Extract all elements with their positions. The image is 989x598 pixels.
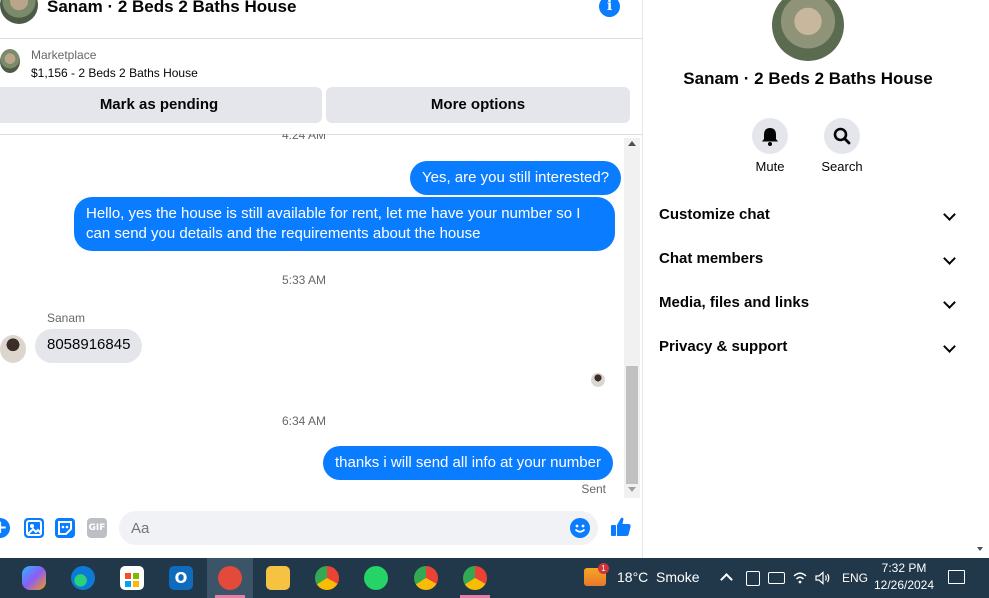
message-list: 4:24 AM Yes, are you still interested? H…: [0, 134, 624, 498]
edge-browser-icon[interactable]: [71, 566, 95, 590]
scroll-up-arrow-icon[interactable]: [628, 141, 636, 146]
outgoing-message[interactable]: Hello, yes the house is still available …: [74, 197, 615, 251]
clock-time: 7:32 PM: [881, 561, 927, 575]
search-icon: [833, 127, 851, 145]
chat-avatar[interactable]: [0, 0, 38, 24]
whatsapp-icon[interactable]: [364, 566, 388, 590]
search-label: Search: [821, 159, 863, 174]
chevron-down-icon: [943, 252, 956, 265]
message-status: Sent: [581, 482, 606, 496]
timestamp: 5:33 AM: [281, 273, 327, 287]
conversation-title: Sanam · 2 Beds 2 Baths House: [683, 69, 933, 88]
scroll-down-arrow-icon[interactable]: [628, 487, 636, 492]
microsoft-store-icon[interactable]: [120, 566, 144, 590]
emoji-icon[interactable]: [570, 518, 590, 538]
marketplace-listing: Marketplace $1,156 - 2 Beds 2 Baths Hous…: [0, 38, 642, 135]
scroll-thumb[interactable]: [626, 366, 638, 484]
gif-icon[interactable]: GIF: [87, 518, 107, 538]
more-options-button[interactable]: More options: [326, 87, 630, 123]
like-thumb-icon[interactable]: [609, 515, 633, 539]
chat-pane: Sanam · 2 Beds 2 Baths House i Marketpla…: [0, 0, 643, 558]
clock[interactable]: 7:32 PM 12/26/2024: [872, 561, 936, 592]
weather-description: Smoke: [656, 569, 700, 585]
section-label: Chat members: [659, 250, 764, 267]
incoming-message[interactable]: 8058916845: [35, 329, 143, 363]
chat-title[interactable]: Sanam · 2 Beds 2 Baths House: [47, 0, 296, 17]
listing-thumbnail[interactable]: [0, 49, 20, 73]
notification-icon[interactable]: [948, 570, 965, 584]
search-button[interactable]: [824, 118, 860, 154]
chevron-up-icon[interactable]: [720, 573, 733, 586]
sender-name: Sanam: [47, 311, 86, 325]
file-explorer-icon[interactable]: [266, 566, 290, 590]
bell-icon: [762, 128, 778, 146]
sender-avatar[interactable]: [0, 335, 26, 363]
mark-as-pending-button[interactable]: Mark as pending: [0, 87, 322, 123]
info-icon[interactable]: i: [599, 0, 620, 17]
copilot-icon[interactable]: [22, 566, 46, 590]
plus-icon[interactable]: +: [0, 518, 10, 538]
chevron-down-icon: [943, 208, 956, 221]
outlook-icon[interactable]: O: [169, 566, 193, 590]
mute-button[interactable]: [752, 118, 788, 154]
active-app-highlight[interactable]: [453, 558, 497, 598]
profile-photo[interactable]: [772, 0, 844, 61]
sticker-icon[interactable]: [55, 518, 75, 538]
marketplace-label: Marketplace: [31, 48, 97, 62]
battery-icon[interactable]: [768, 572, 785, 584]
outgoing-message[interactable]: Yes, are you still interested?: [410, 161, 622, 195]
read-receipt-avatar: [591, 373, 605, 387]
media-files-links-section[interactable]: Media, files and links: [659, 294, 959, 318]
conversation-info-panel: Sanam · 2 Beds 2 Baths House Mute Search…: [643, 0, 973, 558]
weather-alert-badge: 1: [598, 563, 609, 574]
chat-header: Sanam · 2 Beds 2 Baths House i: [0, 0, 642, 39]
listing-price-title[interactable]: $1,156 - 2 Beds 2 Baths House: [31, 66, 198, 80]
wifi-icon[interactable]: [793, 571, 807, 585]
mute-label: Mute: [755, 159, 785, 174]
volume-icon[interactable]: [815, 571, 831, 585]
chat-scrollbar[interactable]: [624, 138, 640, 498]
chrome-profile-icon[interactable]: [414, 566, 438, 590]
app-icon: [218, 566, 242, 590]
chat-members-section[interactable]: Chat members: [659, 250, 959, 274]
weather-temperature: 18°C: [617, 569, 649, 585]
section-label: Privacy & support: [659, 338, 788, 355]
chevron-down-icon: [943, 296, 956, 309]
chrome-profile-icon: [463, 566, 487, 590]
chevron-down-icon: [943, 340, 956, 353]
privacy-support-section[interactable]: Privacy & support: [659, 338, 959, 362]
chrome-icon[interactable]: [315, 566, 339, 590]
section-label: Media, files and links: [659, 294, 810, 311]
message-input[interactable]: [119, 511, 598, 545]
timestamp: 6:34 AM: [281, 414, 327, 428]
page-scrollbar[interactable]: [973, 0, 989, 558]
windows-taskbar: O 1 18°C Smoke ENG 7:32 PM 12/26/2024: [0, 558, 989, 598]
outgoing-message[interactable]: thanks i will send all info at your numb…: [323, 446, 613, 480]
meet-now-icon[interactable]: [746, 571, 760, 586]
active-app-highlight[interactable]: [207, 558, 253, 598]
customize-chat-section[interactable]: Customize chat: [659, 206, 959, 230]
timestamp: 4:24 AM: [281, 134, 327, 142]
image-icon[interactable]: [24, 518, 44, 538]
scroll-down-arrow-icon[interactable]: [977, 547, 983, 551]
language-indicator[interactable]: ENG: [842, 571, 868, 585]
clock-date: 12/26/2024: [873, 578, 935, 592]
section-label: Customize chat: [659, 206, 770, 223]
composer: + GIF: [0, 506, 642, 554]
